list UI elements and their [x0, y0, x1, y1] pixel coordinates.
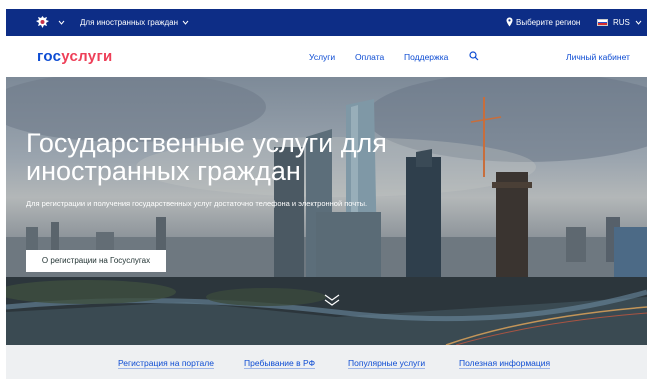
language-selector[interactable]: RUS — [613, 18, 630, 28]
nav-stay-in-russia[interactable]: Пребывание в РФ — [244, 358, 316, 369]
registration-info-button[interactable]: О регистрации на Госуслугах — [26, 250, 166, 272]
main-header: госуслуги Услуги Оплата Поддержка Личный… — [6, 36, 647, 77]
personal-account-link[interactable]: Личный кабинет — [566, 52, 630, 62]
hero-subtitle: Для регистрации и получения государствен… — [26, 199, 368, 208]
gosuslugi-logo[interactable]: госуслуги — [37, 48, 113, 66]
chevron-down-icon[interactable] — [181, 18, 190, 27]
location-pin-icon[interactable] — [506, 17, 513, 27]
nav-support[interactable]: Поддержка — [404, 52, 448, 62]
nav-popular-services[interactable]: Популярные услуги — [348, 358, 426, 369]
nav-services[interactable]: Услуги — [309, 52, 335, 62]
top-bar: Для иностранных граждан Выберите регион … — [6, 9, 647, 36]
section-nav: Регистрация на портале Пребывание в РФ П… — [6, 345, 647, 379]
nav-payment[interactable]: Оплата — [355, 52, 384, 62]
region-selector[interactable]: Выберите регион — [516, 18, 580, 28]
nav-useful-info[interactable]: Полезная информация — [459, 358, 551, 369]
scroll-down-icon[interactable] — [323, 293, 341, 307]
search-icon[interactable] — [469, 51, 479, 61]
nav-registration[interactable]: Регистрация на портале — [118, 358, 214, 369]
hero-title: Государственные услуги для иностранных г… — [26, 128, 387, 186]
foreign-citizens-menu[interactable]: Для иностранных граждан — [80, 18, 178, 28]
hero-banner: Государственные услуги для иностранных г… — [6, 77, 647, 345]
chevron-down-icon[interactable] — [634, 18, 643, 27]
coat-of-arms-icon[interactable] — [35, 15, 50, 29]
russian-flag-icon[interactable] — [597, 19, 608, 26]
chevron-down-icon[interactable] — [57, 18, 66, 27]
